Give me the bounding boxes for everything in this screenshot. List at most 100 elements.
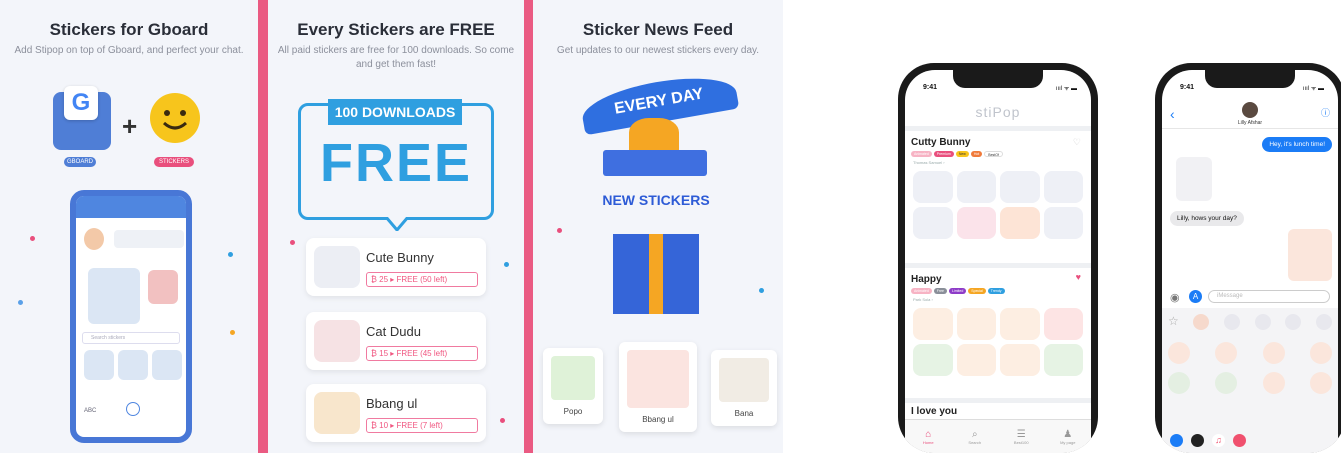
bunny-sticker[interactable] xyxy=(1000,171,1040,203)
sticker-card[interactable]: Cute Bunny ₿ 25 ▸ FREE (50 left) xyxy=(306,238,486,296)
sticker-row xyxy=(1168,342,1332,364)
girl-sticker xyxy=(148,270,178,304)
panel-free: Every Stickers are FREE All paid sticker… xyxy=(268,0,524,453)
tab-best100[interactable]: ☰ Best100 xyxy=(1006,429,1036,445)
iphone-imessage: 9:41 ıııl ᯤ ▬ ‹ Lilly Afshar ⓘ Hey, it's… xyxy=(1155,63,1341,453)
sticker-item[interactable] xyxy=(1262,342,1285,364)
sticker-thumb[interactable] xyxy=(118,350,148,380)
smiley-face-icon xyxy=(162,110,188,130)
camera-icon[interactable]: ◉ xyxy=(1170,291,1180,304)
sticker-search-input[interactable]: Search stickers xyxy=(82,332,180,344)
bunny-sticker[interactable] xyxy=(1043,171,1083,203)
boy-sticker[interactable] xyxy=(956,308,996,340)
tag-chip: Trendy xyxy=(987,288,1005,294)
sticker-item[interactable] xyxy=(1215,372,1238,394)
pack-author[interactable]: Thomas Samuel › xyxy=(913,160,945,165)
sticker-item[interactable] xyxy=(1168,372,1190,394)
bunny-sticker[interactable] xyxy=(1000,207,1040,239)
bbangul-thumbnail xyxy=(314,392,360,434)
panel-subtitle: All paid stickers are free for 100 downl… xyxy=(277,45,515,70)
app-store-icon[interactable] xyxy=(1170,434,1183,447)
news-card[interactable]: Bbang ul xyxy=(619,342,697,432)
heart-icon[interactable]: ♡ xyxy=(1073,137,1081,148)
price-badge[interactable]: ₿ 10 ▸ FREE (7 left) xyxy=(366,418,478,433)
panel-title: Sticker News Feed xyxy=(582,20,734,39)
confetti-dot xyxy=(500,418,505,423)
boy-sticker[interactable] xyxy=(913,308,953,340)
input-bar: ◉ A iMessage xyxy=(1162,288,1338,306)
sticker-drawer: ☆ ♫ xyxy=(1162,308,1338,453)
boy-sticker[interactable] xyxy=(1043,344,1083,376)
pack-tab[interactable] xyxy=(1315,314,1332,330)
price-badge[interactable]: ₿ 15 ▸ FREE (45 left) xyxy=(366,346,478,361)
sticker-item[interactable] xyxy=(1215,342,1238,364)
stipop-app-icon[interactable] xyxy=(1191,434,1204,447)
sticker-thumb[interactable] xyxy=(152,350,182,380)
music-icon[interactable]: ♫ xyxy=(1212,434,1225,447)
app-store-icon[interactable]: A xyxy=(1189,290,1202,303)
boy-sticker[interactable] xyxy=(1043,308,1083,340)
panel-title: Stickers for Gboard xyxy=(49,20,209,39)
boy-sticker[interactable] xyxy=(1000,308,1040,340)
screenshot: Stickers for Gboard Add Stipop on top of… xyxy=(0,0,1341,453)
divider xyxy=(258,0,268,453)
tag-chip: Free xyxy=(933,288,947,294)
bunny-sticker[interactable] xyxy=(913,207,953,239)
message-input[interactable]: iMessage xyxy=(1208,290,1330,303)
stickers-tag: STICKERS xyxy=(154,157,194,167)
sticker-card[interactable]: Bbang ul ₿ 10 ▸ FREE (7 left) xyxy=(306,384,486,442)
tab-mypage[interactable]: ♟ My page xyxy=(1053,429,1083,445)
pack-section[interactable]: Happy ♥ Animated Free Limited Special Tr… xyxy=(905,268,1091,398)
contact-name[interactable]: Lilly Afshar xyxy=(1162,120,1338,126)
heart-app-icon[interactable] xyxy=(1233,434,1246,447)
sticker-toggle-icon[interactable] xyxy=(126,402,140,416)
panel-subtitle: Add Stipop on top of Gboard, and perfect… xyxy=(14,45,244,56)
pack-tab[interactable] xyxy=(1193,314,1210,330)
sticker-item[interactable] xyxy=(1262,372,1285,394)
pack-tab[interactable] xyxy=(1254,314,1271,330)
sticker-thumb[interactable] xyxy=(84,350,114,380)
phone-notch xyxy=(953,70,1043,88)
pack-author[interactable]: Park Sola › xyxy=(913,297,933,302)
tab-home[interactable]: ⌂ Home xyxy=(913,429,943,445)
tag-chip: BestOf xyxy=(984,151,1003,157)
news-card[interactable]: Popo xyxy=(543,348,603,424)
pack-title: Cutty Bunny xyxy=(911,137,971,148)
bunny-sticker[interactable] xyxy=(1043,207,1083,239)
app-dock: ♫ xyxy=(1170,434,1246,447)
panel-newsfeed: Sticker News Feed Get updates to our new… xyxy=(533,0,783,453)
bunny-sticker[interactable] xyxy=(913,171,953,203)
heart-filled-icon[interactable]: ♥ xyxy=(1076,272,1081,282)
bunny-sticker[interactable] xyxy=(956,207,996,239)
pack-tab[interactable] xyxy=(1224,314,1241,330)
tag-chip: Premium xyxy=(933,151,954,157)
cat-thumbnail xyxy=(314,320,360,362)
avatar[interactable] xyxy=(1242,102,1258,118)
sticker-item[interactable] xyxy=(1309,372,1332,394)
bunny-sticker[interactable] xyxy=(956,171,996,203)
chat-bubble xyxy=(114,230,184,248)
price-badge[interactable]: ₿ 25 ▸ FREE (50 left) xyxy=(366,272,478,287)
pack-section[interactable]: Cutty Bunny ♡ Animated Premium New Hot B… xyxy=(905,131,1091,263)
sticker-item[interactable] xyxy=(1309,342,1332,364)
confetti-dot xyxy=(290,240,295,245)
tab-search[interactable]: ⌕ Search xyxy=(960,429,990,445)
confetti-dot xyxy=(557,228,562,233)
keyboard-abc-label[interactable]: ABC xyxy=(84,408,96,414)
boy-sticker[interactable] xyxy=(1000,344,1040,376)
boy-sticker[interactable] xyxy=(956,344,996,376)
search-icon: ⌕ xyxy=(971,428,978,440)
iphone-stipop: 9:41 ıııl ᯤ ▬ stiPop Cutty Bunny ♡ Anima… xyxy=(898,63,1098,453)
sticker-card[interactable]: Cat Dudu ₿ 15 ▸ FREE (45 left) xyxy=(306,312,486,370)
pack-tab[interactable] xyxy=(1285,314,1302,330)
sticker-item[interactable] xyxy=(1168,342,1190,364)
tab-label: My page xyxy=(1060,439,1076,445)
tag-chip: Animated xyxy=(911,288,932,294)
message-thread: Hey, it's lunch time! Lilly, hows your d… xyxy=(1162,129,1338,309)
phone-screen: 9:41 ıııl ᯤ ▬ stiPop Cutty Bunny ♡ Anima… xyxy=(905,70,1091,453)
panel-gboard: Stickers for Gboard Add Stipop on top of… xyxy=(0,0,258,453)
boy-sticker[interactable] xyxy=(913,344,953,376)
info-icon[interactable]: ⓘ xyxy=(1321,106,1330,119)
star-icon[interactable]: ☆ xyxy=(1168,314,1179,330)
news-card[interactable]: Bana xyxy=(711,350,777,426)
